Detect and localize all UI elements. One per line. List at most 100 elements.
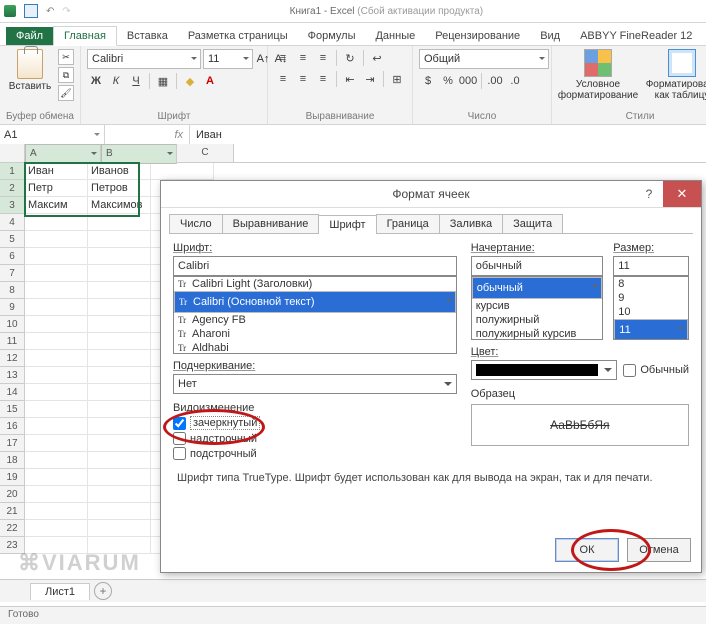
- cell[interactable]: Максимов: [88, 197, 151, 214]
- superscript-checkbox[interactable]: надстрочный: [173, 432, 457, 445]
- list-item[interactable]: TrAldhabi: [174, 341, 456, 354]
- row-header[interactable]: 3: [0, 197, 25, 214]
- cell[interactable]: [88, 435, 151, 452]
- cell[interactable]: [25, 520, 88, 537]
- orientation-icon[interactable]: ↻: [341, 49, 359, 67]
- row-header[interactable]: 6: [0, 248, 25, 265]
- cell[interactable]: [25, 299, 88, 316]
- bold-button[interactable]: Ж: [87, 72, 105, 90]
- row-header[interactable]: 18: [0, 452, 25, 469]
- cell[interactable]: [88, 384, 151, 401]
- col-header[interactable]: A: [25, 144, 101, 164]
- indent-dec-icon[interactable]: ⇤: [341, 70, 359, 88]
- list-item[interactable]: TrAgency FB: [174, 313, 456, 327]
- number-format-select[interactable]: Общий: [419, 49, 549, 69]
- tab-file[interactable]: Файл: [6, 27, 53, 45]
- cell[interactable]: [88, 452, 151, 469]
- col-header[interactable]: C: [177, 144, 234, 162]
- align-bot-icon[interactable]: ≡: [314, 49, 332, 67]
- tab-data[interactable]: Данные: [365, 27, 425, 45]
- cell[interactable]: [25, 350, 88, 367]
- cell[interactable]: [25, 265, 88, 282]
- cell[interactable]: [88, 520, 151, 537]
- cell[interactable]: [88, 367, 151, 384]
- tab-alignment[interactable]: Выравнивание: [222, 214, 320, 233]
- list-item[interactable]: TrAharoni: [174, 327, 456, 341]
- cell[interactable]: [88, 231, 151, 248]
- fx-icon[interactable]: fx: [105, 125, 190, 145]
- dec-decimal-icon[interactable]: .0: [506, 72, 524, 90]
- format-painter-icon[interactable]: 🖌: [58, 85, 74, 101]
- subscript-checkbox[interactable]: подстрочный: [173, 447, 457, 460]
- style-input[interactable]: обычный: [471, 256, 604, 276]
- sheet-tab[interactable]: Лист1: [30, 583, 90, 600]
- list-item[interactable]: 11: [614, 319, 688, 340]
- formula-input[interactable]: Иван: [190, 125, 706, 145]
- cell[interactable]: [88, 350, 151, 367]
- font-size-select[interactable]: 11: [203, 49, 253, 69]
- cell[interactable]: Иванов: [88, 163, 151, 180]
- list-item[interactable]: курсив: [472, 299, 603, 313]
- row-header[interactable]: 12: [0, 350, 25, 367]
- row-header[interactable]: 16: [0, 418, 25, 435]
- tab-fill[interactable]: Заливка: [439, 214, 503, 233]
- cell[interactable]: [88, 486, 151, 503]
- cell[interactable]: [25, 333, 88, 350]
- col-header[interactable]: B: [101, 144, 177, 164]
- list-item[interactable]: полужирный: [472, 313, 603, 327]
- redo-icon[interactable]: ↷: [62, 6, 70, 17]
- list-item[interactable]: 9: [614, 291, 688, 305]
- tab-protection[interactable]: Защита: [502, 214, 563, 233]
- row-header[interactable]: 19: [0, 469, 25, 486]
- cell[interactable]: [25, 469, 88, 486]
- tab-layout[interactable]: Разметка страницы: [178, 27, 298, 45]
- row-header[interactable]: 8: [0, 282, 25, 299]
- cell[interactable]: Максим: [25, 197, 88, 214]
- align-top-icon[interactable]: ≡: [274, 49, 292, 67]
- cell[interactable]: [25, 418, 88, 435]
- cell[interactable]: [88, 401, 151, 418]
- cell[interactable]: [25, 452, 88, 469]
- save-icon[interactable]: [24, 4, 38, 18]
- cell[interactable]: [25, 486, 88, 503]
- copy-icon[interactable]: ⧉: [58, 67, 74, 83]
- font-name-select[interactable]: Calibri: [87, 49, 201, 69]
- currency-icon[interactable]: $: [419, 72, 437, 90]
- tab-home[interactable]: Главная: [53, 26, 117, 46]
- cell[interactable]: [88, 299, 151, 316]
- row-header[interactable]: 22: [0, 520, 25, 537]
- cell[interactable]: Петров: [88, 180, 151, 197]
- name-box[interactable]: A1: [0, 125, 105, 145]
- font-list[interactable]: TrCalibri Light (Заголовки)TrCalibri (Ос…: [173, 276, 457, 354]
- row-header[interactable]: 1: [0, 163, 25, 180]
- font-name-input[interactable]: Calibri: [173, 256, 457, 276]
- undo-icon[interactable]: ↶: [46, 6, 54, 17]
- cell[interactable]: [88, 214, 151, 231]
- indent-inc-icon[interactable]: ⇥: [361, 70, 379, 88]
- tab-border[interactable]: Граница: [376, 214, 440, 233]
- row-header[interactable]: 17: [0, 435, 25, 452]
- cell[interactable]: [25, 316, 88, 333]
- cell[interactable]: [25, 231, 88, 248]
- conditional-format-button[interactable]: Условное форматирование: [558, 49, 638, 101]
- cancel-button[interactable]: Отмена: [627, 538, 691, 562]
- align-mid-icon[interactable]: ≡: [294, 49, 312, 67]
- underline-button[interactable]: Ч: [127, 72, 145, 90]
- tab-font[interactable]: Шрифт: [318, 215, 376, 234]
- tab-formulas[interactable]: Формулы: [298, 27, 366, 45]
- percent-icon[interactable]: %: [439, 72, 457, 90]
- format-as-table-button[interactable]: Форматировать как таблицу: [642, 49, 706, 101]
- align-right-icon[interactable]: ≡: [314, 70, 332, 88]
- cell[interactable]: [88, 418, 151, 435]
- inc-decimal-icon[interactable]: .00: [486, 72, 504, 90]
- help-button[interactable]: ?: [637, 181, 661, 207]
- cell[interactable]: [88, 333, 151, 350]
- row-header[interactable]: 2: [0, 180, 25, 197]
- list-item[interactable]: обычный: [472, 277, 603, 299]
- cell[interactable]: [88, 503, 151, 520]
- row-header[interactable]: 11: [0, 333, 25, 350]
- row-header[interactable]: 13: [0, 367, 25, 384]
- cell[interactable]: Петр: [25, 180, 88, 197]
- align-left-icon[interactable]: ≡: [274, 70, 292, 88]
- row-header[interactable]: 4: [0, 214, 25, 231]
